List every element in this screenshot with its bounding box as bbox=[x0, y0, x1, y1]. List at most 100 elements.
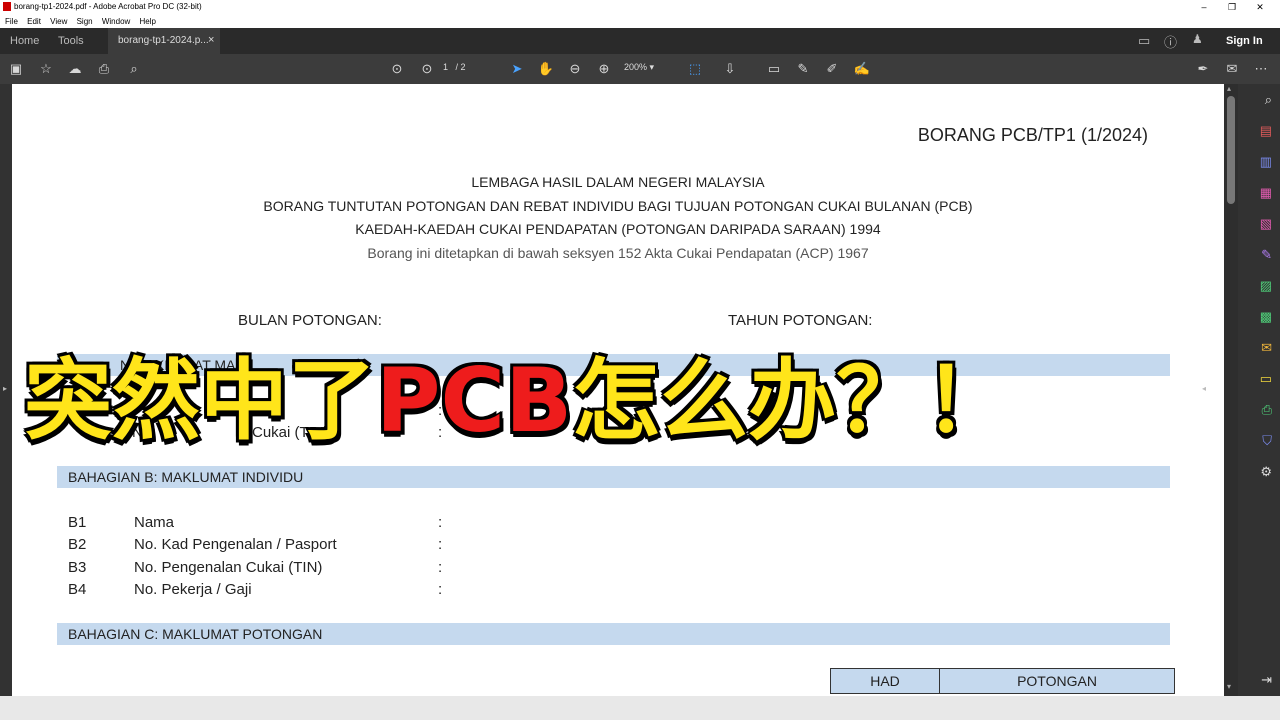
zoom-dropdown[interactable]: 200% ▾ bbox=[624, 62, 668, 73]
notification-bell-icon[interactable]: ♟ bbox=[1192, 32, 1203, 46]
menu-sign[interactable]: Sign bbox=[77, 17, 93, 26]
b4-code: B4 bbox=[68, 581, 87, 598]
edit-pdf-icon[interactable]: ▧ bbox=[1238, 216, 1280, 232]
fill-sign-tool-icon[interactable]: ✎ bbox=[1238, 247, 1280, 263]
acrobat-app-icon bbox=[3, 2, 11, 11]
select-cursor-icon[interactable]: ➤ bbox=[507, 60, 527, 78]
window-title: borang-tp1-2024.pdf - Adobe Acrobat Pro … bbox=[14, 2, 202, 11]
form-subtitle: Borang ini ditetapkan di bawah seksyen 1… bbox=[367, 245, 869, 261]
deduction-table-header: HAD POTONGAN bbox=[830, 668, 1175, 694]
save-icon[interactable]: ▣ bbox=[6, 60, 26, 78]
cloud-upload-icon[interactable]: ☁ bbox=[65, 60, 85, 78]
menu-view[interactable]: View bbox=[50, 17, 67, 26]
send-for-signature-icon[interactable]: ✉ bbox=[1238, 340, 1280, 356]
help-icon[interactable]: ⓘ bbox=[1164, 32, 1177, 51]
add-comment-icon[interactable]: ▭ bbox=[764, 60, 784, 78]
section-b-bar: BAHAGIAN B: MAKLUMAT INDIVIDU bbox=[57, 466, 1170, 488]
bottom-strip bbox=[0, 696, 1280, 720]
comment-tool-icon[interactable]: ▭ bbox=[1238, 371, 1280, 387]
zoom-in-icon[interactable]: ⊕ bbox=[594, 60, 614, 78]
next-page-icon[interactable]: ⊙ bbox=[417, 60, 437, 78]
b2-colon: : bbox=[438, 536, 443, 553]
right-tools-panel: ⌕ ▤ ▥ ▦ ▧ ✎ ▨ ▩ ✉ ▭ ⎙ ⛉ ⚙ ◂ ⇥ bbox=[1202, 84, 1280, 696]
b1-label: Nama bbox=[134, 514, 175, 531]
collapse-right-panel-icon[interactable]: ◂ bbox=[1202, 384, 1244, 393]
scrollbar-thumb[interactable] bbox=[1227, 96, 1235, 204]
b1-colon: : bbox=[438, 514, 443, 531]
menu-edit[interactable]: Edit bbox=[27, 17, 41, 26]
menu-help[interactable]: Help bbox=[140, 17, 156, 26]
window-titlebar: borang-tp1-2024.pdf - Adobe Acrobat Pro … bbox=[0, 0, 1280, 14]
export-pdf-icon[interactable]: ▨ bbox=[1238, 278, 1280, 294]
zoom-out-icon[interactable]: ⊖ bbox=[565, 60, 585, 78]
had-header: HAD bbox=[830, 668, 940, 694]
caption-red-part: PCB bbox=[375, 348, 574, 454]
b3-label: No. Pengenalan Cukai (TIN) bbox=[134, 559, 323, 576]
menu-file[interactable]: File bbox=[5, 17, 18, 26]
potongan-header: POTONGAN bbox=[939, 668, 1175, 694]
heading-line-1: LEMBAGA HASIL DALAM NEGERI MALAYSIA bbox=[471, 174, 765, 190]
bulan-potongan-label: BULAN POTONGAN: bbox=[238, 312, 382, 329]
section-b-title: BAHAGIAN B: MAKLUMAT INDIVIDU bbox=[68, 469, 304, 485]
panel-toggle-icon[interactable]: ⇥ bbox=[1238, 672, 1280, 688]
close-window-button[interactable]: ✕ bbox=[1246, 0, 1274, 14]
close-tab-icon[interactable]: × bbox=[208, 34, 214, 46]
more-options-icon[interactable]: ⋯ bbox=[1251, 60, 1271, 78]
fill-sign-icon[interactable]: ✍ bbox=[852, 60, 872, 78]
menu-window[interactable]: Window bbox=[102, 17, 130, 26]
tab-tools[interactable]: Tools bbox=[58, 35, 84, 47]
combine-files-icon[interactable]: ▥ bbox=[1238, 154, 1280, 170]
b4-label: No. Pekerja / Gaji bbox=[134, 581, 252, 598]
expand-left-panel-icon[interactable]: ▸ bbox=[3, 384, 7, 393]
left-panel-strip: ▸ bbox=[0, 84, 12, 696]
email-icon[interactable]: ✉ bbox=[1222, 60, 1242, 78]
b1-code: B1 bbox=[68, 514, 87, 531]
caption-yellow-part-2: 怎么办？！ bbox=[571, 348, 1014, 454]
draw-icon[interactable]: ✐ bbox=[822, 60, 842, 78]
form-code: BORANG PCB/TP1 (1/2024) bbox=[917, 125, 1148, 145]
highlight-pen-icon[interactable]: ✎ bbox=[793, 60, 813, 78]
b2-label: No. Kad Pengenalan / Pasport bbox=[134, 536, 337, 553]
maximize-button[interactable]: ❐ bbox=[1218, 0, 1246, 14]
tab-home[interactable]: Home bbox=[10, 35, 39, 47]
page-current[interactable]: 1 bbox=[443, 62, 448, 72]
create-pdf-icon[interactable]: ▤ bbox=[1238, 123, 1280, 139]
tahun-potongan-label: TAHUN POTONGAN: bbox=[728, 312, 873, 329]
sign-in-button[interactable]: Sign In bbox=[1226, 35, 1263, 47]
tab-bar: Home Tools borang-tp1-2024.p... × ▭ ⓘ ♟ … bbox=[0, 28, 1280, 54]
search-tools-icon[interactable]: ⌕ bbox=[1238, 92, 1280, 108]
section-c-bar: BAHAGIAN C: MAKLUMAT POTONGAN bbox=[57, 623, 1170, 645]
page-indicator[interactable]: 1 / 2 bbox=[443, 62, 466, 72]
heading-line-2: BORANG TUNTUTAN POTONGAN DAN REBAT INDIV… bbox=[263, 198, 973, 214]
heading-line-3: KAEDAH-KAEDAH CUKAI PENDAPATAN (POTONGAN… bbox=[355, 221, 881, 237]
scroll-mode-icon[interactable]: ⇩ bbox=[720, 60, 740, 78]
scan-icon[interactable]: ▩ bbox=[1238, 309, 1280, 325]
search-icon[interactable]: ⌕ bbox=[124, 60, 144, 78]
fit-page-icon[interactable]: ⬚ bbox=[685, 60, 705, 78]
more-tools-icon[interactable]: ⚙ bbox=[1238, 464, 1280, 480]
menu-bar: File Edit View Sign Window Help bbox=[0, 14, 1280, 28]
zoom-value: 200% bbox=[624, 62, 648, 72]
bookmark-star-icon[interactable]: ☆ bbox=[36, 60, 56, 78]
comment-icon[interactable]: ▭ bbox=[1138, 33, 1150, 49]
b3-colon: : bbox=[438, 559, 443, 576]
hand-tool-icon[interactable]: ✋ bbox=[536, 60, 556, 78]
caption-overlay: 突然中了PCB怎么办？！ bbox=[22, 342, 1204, 460]
sign-document-icon[interactable]: ✒ bbox=[1193, 60, 1213, 78]
scroll-up-arrow-icon[interactable]: ▴ bbox=[1227, 84, 1231, 93]
scroll-down-arrow-icon[interactable]: ▾ bbox=[1227, 682, 1231, 691]
organize-pages-icon[interactable]: ▦ bbox=[1238, 185, 1280, 201]
tab-document[interactable]: borang-tp1-2024.p... × bbox=[108, 28, 220, 54]
main-toolbar: ▣ ☆ ☁ ⎙ ⌕ ⊙ ⊙ 1 / 2 ➤ ✋ ⊖ ⊕ 200% ▾ ⬚ ⇩ ▭… bbox=[0, 54, 1280, 84]
minimize-button[interactable]: – bbox=[1190, 0, 1218, 14]
previous-page-icon[interactable]: ⊙ bbox=[387, 60, 407, 78]
page-total: / 2 bbox=[455, 62, 466, 72]
print-icon[interactable]: ⎙ bbox=[94, 60, 114, 78]
section-c-title: BAHAGIAN C: MAKLUMAT POTONGAN bbox=[68, 626, 323, 642]
b4-colon: : bbox=[438, 581, 443, 598]
b3-code: B3 bbox=[68, 559, 87, 576]
caption-yellow-part-1: 突然中了 bbox=[22, 348, 377, 454]
tab-document-label: borang-tp1-2024.p... bbox=[118, 35, 209, 46]
print-production-icon[interactable]: ⎙ bbox=[1238, 402, 1280, 418]
protect-shield-icon[interactable]: ⛉ bbox=[1238, 433, 1280, 449]
